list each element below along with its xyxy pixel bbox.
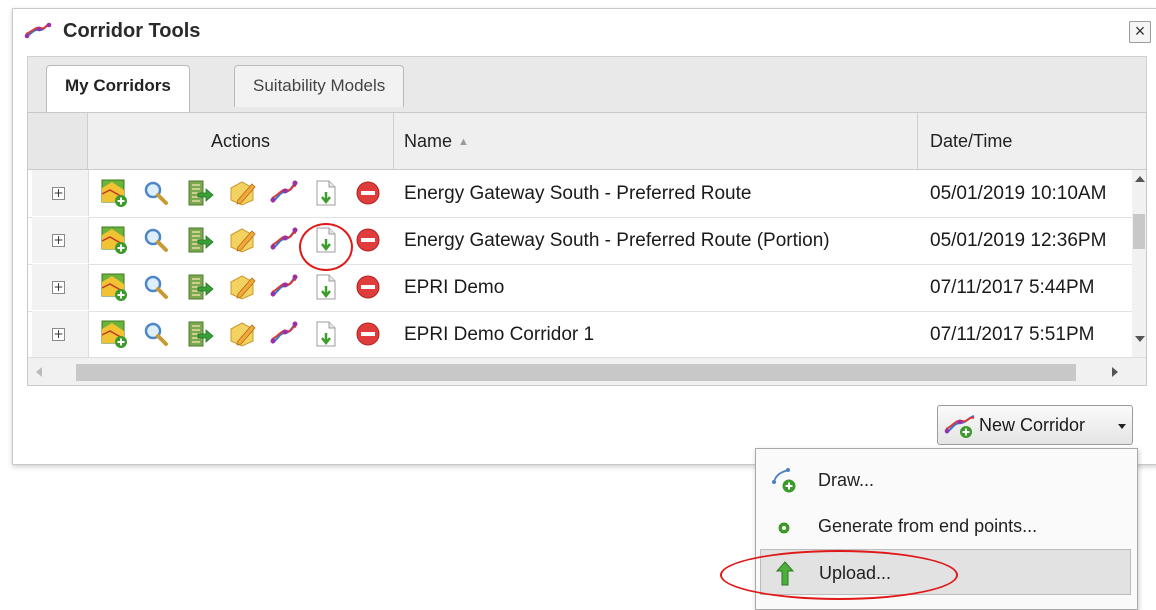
corridor-icon[interactable]	[270, 319, 298, 349]
export-icon[interactable]	[186, 272, 214, 302]
new-corridor-button[interactable]: New Corridor	[937, 405, 1133, 445]
header-actions[interactable]: Actions	[88, 113, 394, 169]
corridor-icon[interactable]	[270, 178, 298, 208]
row-expander[interactable]: +	[32, 264, 89, 310]
zoom-icon[interactable]	[142, 272, 170, 302]
window-titlebar[interactable]: Corridor Tools ×	[13, 9, 1156, 53]
delete-icon[interactable]	[354, 319, 382, 349]
header-name[interactable]: Name ▲	[394, 113, 918, 169]
tab-suitability-models[interactable]: Suitability Models	[234, 65, 405, 107]
zoom-icon[interactable]	[142, 319, 170, 349]
endpoints-icon	[778, 522, 790, 534]
row-expander[interactable]: +	[32, 311, 89, 357]
menu-item-upload[interactable]: Upload...	[760, 549, 1131, 595]
grid-header: Actions Name ▲ Date/Time	[28, 113, 1146, 170]
corridor-tools-window: Corridor Tools × My Corridors Suitabilit…	[12, 8, 1156, 465]
vertical-scrollbar[interactable]	[1132, 170, 1146, 357]
new-corridor-menu: Draw... Generate from end points... Uplo…	[755, 448, 1138, 610]
upload-arrow-icon	[775, 561, 795, 586]
map-add-icon[interactable]	[100, 319, 128, 349]
edit-icon[interactable]	[228, 319, 256, 349]
corridor-datetime: 05/01/2019 12:36PM	[930, 230, 1107, 251]
menu-item-upload-label: Upload...	[819, 563, 892, 583]
new-corridor-label: New Corridor	[979, 415, 1086, 435]
delete-icon[interactable]	[354, 178, 382, 208]
sort-ascending-icon: ▲	[458, 136, 469, 148]
download-icon[interactable]	[312, 225, 340, 255]
tab-my-corridors[interactable]: My Corridors	[46, 65, 190, 114]
corridors-grid: Actions Name ▲ Date/Time + Energy Gateway…	[27, 112, 1147, 386]
expand-icon[interactable]: +	[52, 234, 65, 247]
corridor-icon[interactable]	[270, 272, 298, 302]
map-add-icon[interactable]	[100, 272, 128, 302]
menu-item-generate[interactable]: Generate from end points...	[760, 503, 1131, 549]
expand-icon[interactable]: +	[52, 187, 65, 200]
table-row[interactable]: + EPRI Demo Corridor 1 07/11/2017 5:51PM	[28, 311, 1132, 359]
horizontal-scroll-thumb[interactable]	[76, 364, 1076, 381]
export-icon[interactable]	[186, 178, 214, 208]
zoom-icon[interactable]	[142, 225, 170, 255]
zoom-icon[interactable]	[142, 178, 170, 208]
corridor-datetime: 05/01/2019 10:10AM	[930, 183, 1107, 204]
menu-item-draw[interactable]: Draw...	[760, 457, 1131, 503]
row-expander[interactable]: +	[32, 217, 89, 263]
edit-icon[interactable]	[228, 272, 256, 302]
delete-icon[interactable]	[354, 225, 382, 255]
table-row[interactable]: + Energy Gateway South - Preferred Route…	[28, 170, 1132, 218]
download-icon[interactable]	[312, 178, 340, 208]
corridor-name: EPRI Demo Corridor 1	[404, 324, 595, 345]
corridor-datetime: 07/11/2017 5:51PM	[930, 324, 1095, 345]
table-row[interactable]: + Energy Gateway South - Preferred Route…	[28, 217, 1132, 265]
corridor-name: Energy Gateway South - Preferred Route	[404, 183, 752, 204]
expand-icon[interactable]: +	[52, 281, 65, 294]
expand-icon[interactable]: +	[52, 328, 65, 341]
edit-icon[interactable]	[228, 225, 256, 255]
corridor-datetime: 07/11/2017 5:44PM	[930, 277, 1095, 298]
edit-icon[interactable]	[228, 178, 256, 208]
horizontal-scrollbar[interactable]	[28, 357, 1146, 385]
new-corridor-icon	[944, 415, 975, 438]
export-icon[interactable]	[186, 225, 214, 255]
corridor-name: EPRI Demo	[404, 277, 505, 298]
scroll-left-icon[interactable]	[36, 367, 42, 377]
export-icon[interactable]	[186, 319, 214, 349]
table-row[interactable]: + EPRI Demo 07/11/2017 5:44PM	[28, 264, 1132, 312]
menu-item-generate-label: Generate from end points...	[818, 516, 1038, 536]
header-datetime[interactable]: Date/Time	[918, 113, 1146, 169]
map-add-icon[interactable]	[100, 225, 128, 255]
corridor-icon[interactable]	[270, 225, 298, 255]
header-expander	[28, 113, 88, 169]
tab-bar: My Corridors Suitability Models	[27, 56, 1147, 114]
download-icon[interactable]	[312, 272, 340, 302]
scroll-up-icon[interactable]	[1135, 176, 1145, 182]
scroll-down-icon[interactable]	[1135, 336, 1145, 342]
delete-icon[interactable]	[354, 272, 382, 302]
corridor-icon	[24, 22, 52, 39]
close-button[interactable]: ×	[1129, 21, 1151, 43]
chevron-down-icon	[1118, 424, 1126, 429]
header-name-label: Name	[404, 131, 453, 151]
download-icon[interactable]	[312, 319, 340, 349]
corridor-name: Energy Gateway South - Preferred Route (…	[404, 230, 830, 251]
scroll-right-icon[interactable]	[1112, 367, 1118, 377]
vertical-scroll-thumb[interactable]	[1133, 214, 1145, 249]
menu-item-draw-label: Draw...	[818, 470, 875, 490]
map-add-icon[interactable]	[100, 178, 128, 208]
row-expander[interactable]: +	[32, 170, 89, 216]
draw-corridor-icon	[772, 468, 796, 493]
window-title: Corridor Tools	[63, 20, 201, 42]
